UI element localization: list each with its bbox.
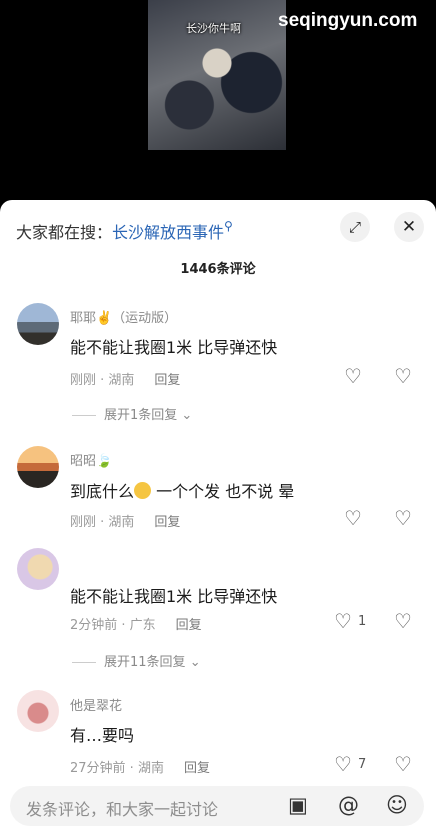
expand-replies[interactable]: 展开11条回复 ⌄: [72, 651, 201, 670]
close-icon[interactable]: ✕: [394, 212, 424, 242]
search-keyword[interactable]: 长沙解放西事件: [112, 223, 224, 242]
avatar[interactable]: [17, 548, 59, 590]
image-icon[interactable]: ▣: [288, 793, 308, 817]
comment-author[interactable]: 昭昭🍃: [70, 450, 112, 469]
reply-button[interactable]: 回复: [184, 761, 210, 776]
comment-input-placeholder: 发条评论，和大家一起讨论: [26, 800, 219, 819]
comment-time: 刚刚 · 湖南: [70, 515, 135, 530]
at-icon[interactable]: @: [338, 793, 359, 817]
reply-button[interactable]: 回复: [176, 618, 202, 633]
comment-time: 2分钟前 · 广东: [70, 618, 156, 633]
search-suggestion[interactable]: 大家都在搜：长沙解放西事件⚲: [16, 219, 233, 243]
comment-text-part: 到底什么: [70, 482, 135, 501]
heart-icon[interactable]: ♡: [334, 752, 352, 776]
comment-author[interactable]: 他是翠花: [70, 695, 122, 714]
emoji-icon[interactable]: ☺: [386, 793, 408, 817]
reply-button[interactable]: 回复: [154, 515, 180, 530]
comment-text: 到底什么 一个个发 也不说 晕: [70, 478, 294, 502]
avatar[interactable]: [17, 690, 59, 732]
comment-meta: 2分钟前 · 广东 回复: [70, 614, 202, 633]
comment-author[interactable]: 耶耶✌️（运动版）: [70, 307, 177, 326]
heart-icon[interactable]: ♡: [344, 506, 362, 530]
comment-text: 有…要吗: [70, 726, 135, 745]
chevron-down-icon: ⌄: [189, 655, 201, 670]
broken-heart-icon[interactable]: ♡: [394, 364, 412, 388]
search-icon: ⚲: [224, 219, 233, 233]
like-count: 1: [358, 614, 367, 629]
comment-meta: 刚刚 · 湖南 回复: [70, 511, 180, 530]
divider: [72, 415, 96, 416]
comment-text: 能不能让我圈1米 比导弹还快: [70, 587, 278, 606]
avatar[interactable]: [17, 303, 59, 345]
comment-sheet: 大家都在搜：长沙解放西事件⚲ ⤢ ✕ 1446条评论: [0, 200, 436, 827]
broken-heart-icon[interactable]: ♡: [394, 609, 412, 633]
expand-replies-label: 展开11条回复: [104, 655, 186, 670]
comment-time: 刚刚 · 湖南: [70, 373, 135, 388]
expand-replies-label: 展开1条回复: [104, 408, 178, 423]
emoji-icon: [134, 482, 152, 499]
comment-meta: 27分钟前 · 湖南 回复: [70, 757, 210, 776]
comment-meta: 刚刚 · 湖南 回复: [70, 369, 180, 388]
expand-icon[interactable]: ⤢: [340, 212, 370, 242]
reply-button[interactable]: 回复: [154, 373, 180, 388]
search-prefix: 大家都在搜：: [16, 223, 113, 242]
chevron-down-icon: ⌄: [181, 408, 193, 423]
watermark: seqingyun.com: [278, 10, 418, 31]
comment-time: 27分钟前 · 湖南: [70, 761, 164, 776]
heart-icon[interactable]: ♡: [344, 364, 362, 388]
comment-text: 能不能让我圈1米 比导弹还快: [70, 338, 278, 357]
video-caption: 长沙你牛啊: [186, 22, 241, 35]
expand-replies[interactable]: 展开1条回复 ⌄: [72, 404, 192, 423]
broken-heart-icon[interactable]: ♡: [394, 752, 412, 776]
comment-input[interactable]: 发条评论，和大家一起讨论 ▣ @ ☺: [10, 786, 424, 826]
divider: [72, 662, 96, 663]
comment-count: 1446条评论: [180, 262, 256, 277]
broken-heart-icon[interactable]: ♡: [394, 506, 412, 530]
comment-text-part: 一个个发 也不说 晕: [156, 482, 295, 501]
like-count: 7: [358, 757, 367, 772]
avatar[interactable]: [17, 446, 59, 488]
heart-icon[interactable]: ♡: [334, 609, 352, 633]
video-area[interactable]: 长沙你牛啊 seqingyun.com: [0, 0, 436, 200]
